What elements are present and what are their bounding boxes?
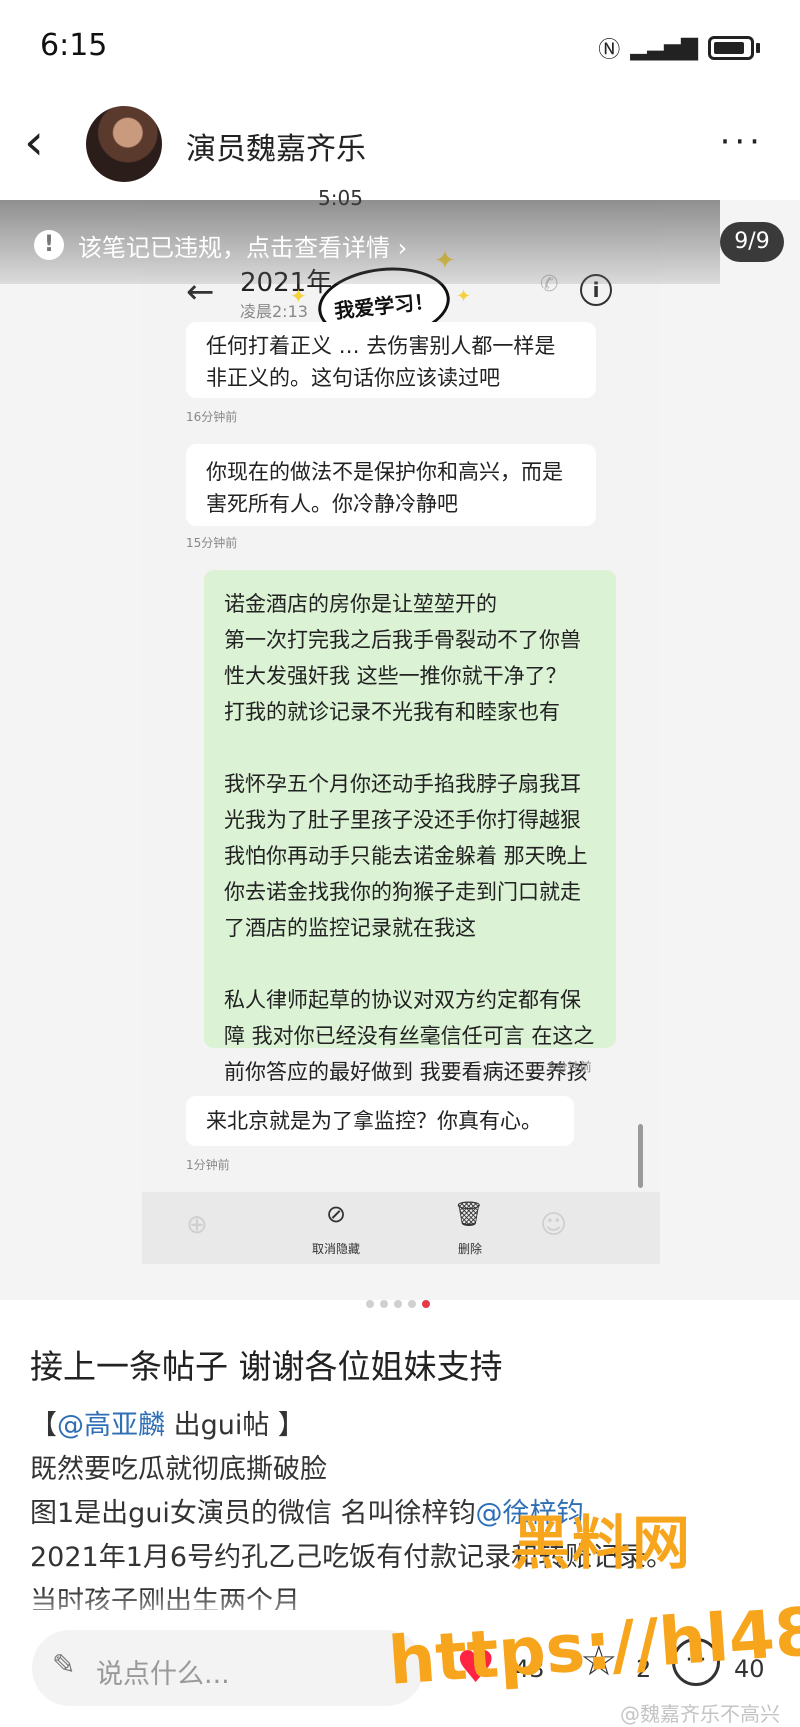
message-bubble: 你现在的做法不是保护你和高兴，而是害死所有人。你冷静冷静吧 [186,444,596,526]
unhide-label: 取消隐藏 [311,1242,360,1256]
message-time: 1分钟前 [186,1158,230,1172]
mention-link[interactable]: @高亚麟 [57,1410,165,1441]
status-icons: Ⓝ ▂▃▅▇ [598,32,760,64]
message-bubble: 来北京就是为了拿监控？你真有心。 [186,1096,574,1146]
page-dot[interactable] [366,1300,374,1308]
comment-placeholder[interactable]: 说点什么... [96,1652,230,1691]
author-name[interactable]: 演员魏嘉齐乐 [186,124,366,168]
battery-icon [708,36,754,60]
pencil-icon: ✎ [52,1648,76,1681]
post-text: 图1是出gui女演员的微信 名叫徐梓钧 [30,1498,476,1529]
page-dot-active[interactable] [422,1300,430,1308]
chevron-left-icon: ‹ [24,113,44,171]
battery-cap [756,43,760,53]
page-dot[interactable] [394,1300,402,1308]
post-line: 既然要吃瓜就彻底撕破脸 [30,1454,327,1485]
image-counter: 9/9 [720,222,784,262]
message-bubble: 任何打着正义 … 去伤害别人都一样是非正义的。这句话你应该读过吧 [186,322,596,398]
watermark-site-name: 黑料网 [512,1509,693,1577]
post-title: 接上一条帖子 谢谢各位姐妹支持 [30,1347,503,1386]
back-button[interactable]: ‹ [24,112,64,172]
alert-icon: ! [34,230,64,260]
more-button[interactable]: ··· [720,122,764,162]
trash-icon: 🗑 [453,1200,485,1228]
add-icon: ⊕ [186,1210,208,1240]
post-line: 【@高亚麟 出gui帖 】 [30,1404,790,1448]
page-dots [366,1300,430,1308]
message-time: 16分钟前 [186,410,238,424]
signal-icon: ▂▃▅▇ [630,35,698,61]
nfc-icon: Ⓝ [598,38,621,63]
page-dot[interactable] [408,1300,416,1308]
author-avatar[interactable] [86,106,162,182]
post-text: 出gui帖 】 [165,1410,305,1441]
bracket-text: 【 [30,1410,57,1441]
sparkle-icon: ✦ [290,284,307,308]
watermark-weibo: @魏嘉齐乐不高兴 [620,1702,780,1726]
eye-off-icon: ⊘ [325,1200,347,1228]
status-time: 6:15 [40,28,108,63]
message-time: 5分钟前 [548,1060,592,1074]
page-dot[interactable] [380,1300,388,1308]
sparkle-icon: ✦ [456,286,472,307]
message-time: 15分钟前 [186,536,238,550]
screenshot-action-bar [142,1192,660,1264]
violation-notice[interactable]: 该笔记已违规，点击查看详情 › [78,228,407,263]
screenshot-scrollbar [638,1124,643,1188]
emoji-icon: ☺ [540,1210,568,1240]
delete-label: 删除 [457,1242,482,1256]
message-bubble-sent: 诺金酒店的房你是让堃堃开的 第一次打完我之后我手骨裂动不了你兽性大发强奸我 这些… [204,570,616,1120]
